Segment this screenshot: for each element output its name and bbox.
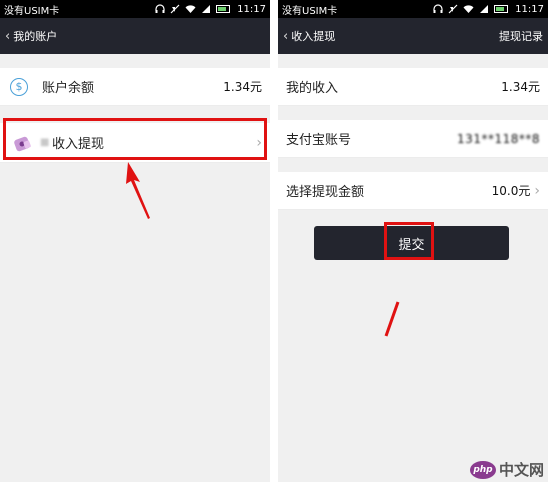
status-bar: 没有USIM卡 11:17 — [278, 0, 548, 18]
balance-value: 1.34元 — [223, 80, 262, 94]
headset-icon — [433, 4, 443, 13]
mute-icon — [170, 4, 180, 14]
withdraw-amount-row[interactable]: 选择提现金额 10.0元 › — [278, 172, 548, 210]
signal-icon — [202, 5, 211, 13]
screen-withdraw-income: 没有USIM卡 11:17 ‹ 收入提现 提现记录 我的收入 1.34元 支付宝… — [278, 0, 548, 482]
headset-icon — [155, 4, 165, 13]
red-arrow-annotation — [384, 301, 400, 337]
site-watermark: php 中文网 — [469, 459, 544, 480]
highlight-box — [3, 118, 267, 160]
red-arrow-annotation — [126, 162, 150, 219]
alipay-account-value: 131**118**8 — [457, 131, 540, 146]
highlight-box — [384, 222, 434, 260]
clock-text: 11:17 — [515, 3, 544, 15]
my-income-value: 1.34元 — [501, 80, 540, 94]
watermark-text: 中文网 — [498, 461, 544, 479]
php-logo: php — [469, 460, 496, 479]
withdraw-history-link[interactable]: 提现记录 — [499, 28, 543, 44]
wifi-icon — [463, 5, 474, 13]
chevron-left-icon: ‹ — [5, 28, 11, 44]
wifi-icon — [185, 5, 196, 13]
my-income-row: 我的收入 1.34元 — [278, 68, 548, 106]
my-income-label: 我的收入 — [286, 81, 339, 96]
withdraw-amount-value: 10.0元 — [491, 184, 531, 198]
status-bar: 没有USIM卡 11:17 — [0, 0, 270, 18]
signal-icon — [480, 5, 489, 13]
page-title: 收入提现 — [291, 30, 336, 43]
title-bar: ‹ 我的账户 — [0, 18, 270, 54]
battery-icon — [216, 5, 231, 13]
dollar-coin-icon: $ — [10, 77, 28, 96]
mute-icon — [448, 4, 458, 14]
clock-text: 11:17 — [237, 3, 266, 15]
screen-my-account: 没有USIM卡 11:17 ‹ 我的账户 $ 账户余额 1.34元 ■ 收入提现… — [0, 0, 270, 482]
battery-icon — [494, 5, 509, 13]
title-bar: ‹ 收入提现 提现记录 — [278, 18, 548, 54]
carrier-text: 没有USIM卡 — [282, 5, 338, 17]
balance-row: $ 账户余额 1.34元 — [0, 68, 270, 106]
withdraw-amount-label: 选择提现金额 — [286, 185, 365, 200]
chevron-right-icon: › — [534, 182, 540, 199]
carrier-text: 没有USIM卡 — [4, 5, 60, 17]
alipay-account-row[interactable]: 支付宝账号 131**118**8 — [278, 120, 548, 158]
alipay-account-label: 支付宝账号 — [286, 133, 352, 148]
balance-label: 账户余额 — [42, 81, 95, 96]
back-button[interactable]: ‹ 收入提现 — [283, 28, 335, 44]
page-title: 我的账户 — [13, 30, 58, 43]
chevron-left-icon: ‹ — [283, 28, 289, 44]
back-button[interactable]: ‹ 我的账户 — [5, 28, 57, 44]
